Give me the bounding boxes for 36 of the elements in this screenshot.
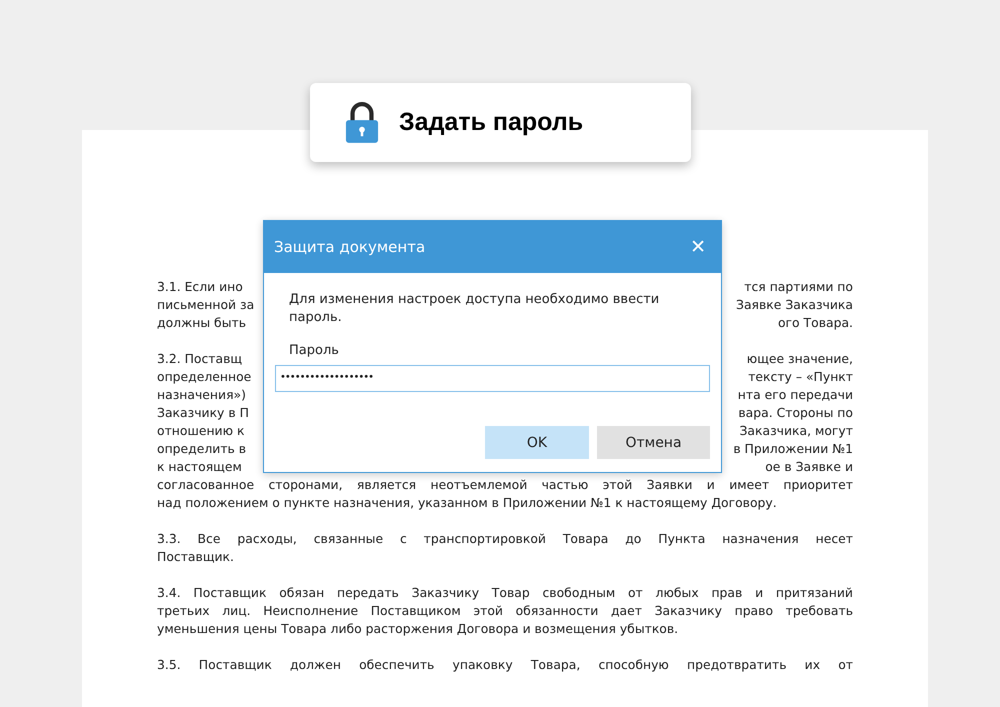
document-line: нта его передачи	[738, 386, 853, 404]
dialog-title: Защита документа	[274, 238, 426, 256]
document-line: в Приложении №1	[733, 440, 853, 458]
document-line: ое в Заявке и	[765, 458, 853, 476]
document-line: письменной за	[157, 296, 254, 314]
document-line: ого Товара.	[778, 314, 853, 332]
padlock-icon	[345, 102, 379, 144]
document-line: определенное	[157, 368, 252, 386]
document-line: отношению к	[157, 422, 244, 440]
document-line: 3.2. Поставщ	[157, 350, 242, 368]
document-line: тся партиями по	[744, 278, 853, 296]
document-line: 3.5. Поставщик должен обеспечить упаковку Товара, способную предотвратить их от	[157, 656, 853, 674]
document-line: третьих лиц. Неисполнение Поставщиком этой обязанности дает Заказчику право требовать	[157, 602, 853, 620]
document-line: согласованное сторонами, является неотъемлемой частью этой Заявки и имеет приоритет	[157, 476, 853, 494]
document-line: 3.4. Поставщик обязан передать Заказчику Товар свободным от любых прав и притязаний	[157, 584, 853, 602]
document-line: должны быть	[157, 314, 246, 332]
document-line: Заказчику в П	[157, 404, 249, 422]
document-line: Заказчика, могут	[739, 422, 853, 440]
document-line: определить в	[157, 440, 246, 458]
document-line: 3.3. Все расходы, связанные с транспортировкой Товара до Пункта назначения несет	[157, 530, 853, 548]
document-line: над положением о пункте назначения, указанном в Приложении №1 к настоящему Договору.	[157, 494, 778, 512]
field-label: Пароль	[288, 343, 340, 358]
document-line: 3.1. Если ино	[157, 278, 243, 296]
ok-button[interactable]: OK	[485, 426, 589, 459]
password-field[interactable]: •••••••••••••••••••	[275, 365, 710, 392]
dialog-message: Для изменения настроек доступа необходимо ввести пароль.	[288, 291, 660, 327]
document-line: тексту – «Пункт	[748, 368, 853, 386]
document-line: Заявке Заказчика	[736, 296, 853, 314]
document-line: назначения»)	[157, 386, 246, 404]
document-line: уменьшения цены Товара либо расторжения Договора и возмещения убытков.	[157, 620, 680, 638]
cancel-button[interactable]: Отмена	[597, 426, 710, 459]
document-line: ющее значение,	[746, 350, 853, 368]
document-line: к настоящем	[157, 458, 242, 476]
document-line: вара. Стороны по	[738, 404, 853, 422]
card-title: Задать пароль	[399, 108, 584, 137]
document-line: Поставщик.	[157, 548, 235, 566]
